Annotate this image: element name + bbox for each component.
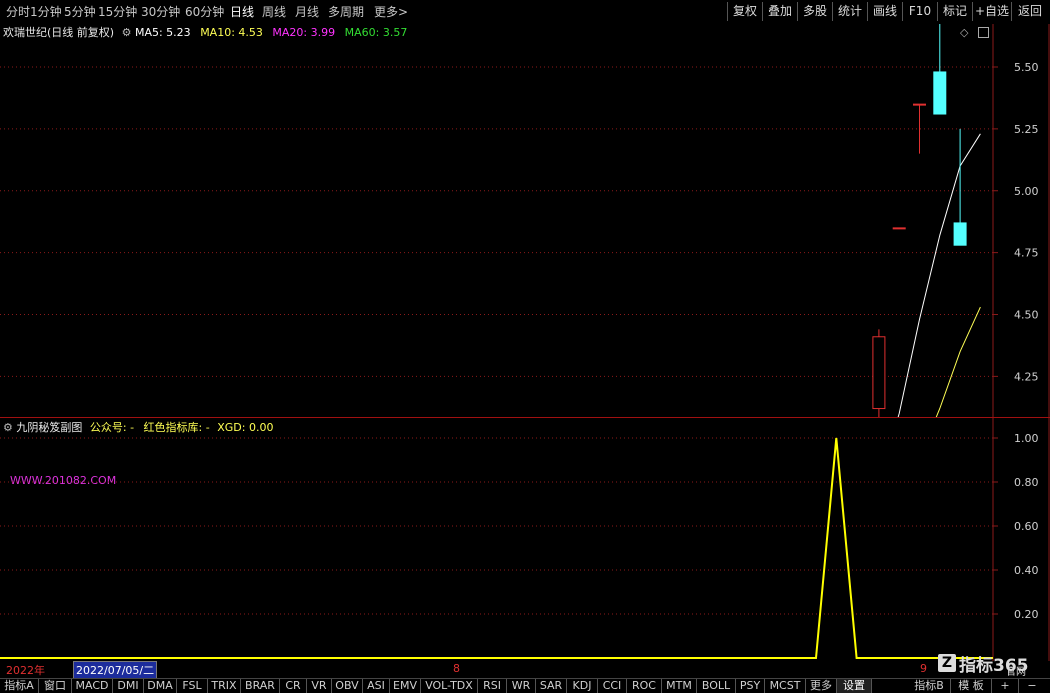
tab-psy[interactable]: PSY: [736, 679, 765, 693]
multi-stock-button[interactable]: 多股: [797, 2, 832, 21]
period-60min[interactable]: 60分钟: [185, 3, 224, 21]
zoom-out-button[interactable]: −: [1019, 679, 1045, 693]
tab-emv[interactable]: EMV: [390, 679, 421, 693]
ma5-line: [897, 133, 981, 417]
period-15min[interactable]: 15分钟: [98, 3, 137, 21]
tab-cr[interactable]: CR: [280, 679, 307, 693]
tab-roc[interactable]: ROC: [627, 679, 662, 693]
candle-down: [953, 222, 967, 246]
f10-button[interactable]: F10: [902, 2, 937, 21]
tab-cci[interactable]: CCI: [598, 679, 627, 693]
period-more[interactable]: 更多>: [374, 3, 408, 21]
add-watchlist-button[interactable]: +自选: [972, 2, 1011, 21]
period-30min[interactable]: 30分钟: [141, 3, 180, 21]
draw-button[interactable]: 画线: [867, 2, 902, 21]
price-tick-label: 5.25: [1014, 123, 1039, 136]
tab-dmi[interactable]: DMI: [113, 679, 144, 693]
candle-up: [892, 227, 906, 230]
kline-chart[interactable]: 3.003.253.503.754.004.254.504.755.005.25…: [0, 24, 1050, 417]
tab-asi[interactable]: ASI: [363, 679, 390, 693]
tab-settings[interactable]: 设置: [837, 679, 872, 693]
tab-template[interactable]: 模 板: [951, 679, 992, 693]
logo-mark-icon: Z: [938, 654, 956, 672]
tab-macd[interactable]: MACD: [72, 679, 113, 693]
tab-mtm[interactable]: MTM: [662, 679, 697, 693]
tab-vr[interactable]: VR: [307, 679, 332, 693]
candle-up: [913, 103, 926, 106]
candle-down: [933, 71, 947, 115]
date-axis: 2022年 2022/07/05/二 8 9: [0, 661, 995, 679]
indicator-tick-label: 0.20: [1014, 608, 1039, 621]
tab-mcst[interactable]: MCST: [765, 679, 806, 693]
tab-wr[interactable]: WR: [507, 679, 536, 693]
period-toolbar: 分时 1分钟 5分钟 15分钟 30分钟 60分钟 日线 周线 月线 多周期 更…: [0, 0, 1050, 24]
period-multi[interactable]: 多周期: [328, 3, 364, 21]
candle-up: [872, 336, 886, 410]
tab-obv[interactable]: OBV: [332, 679, 363, 693]
tab-boll[interactable]: BOLL: [697, 679, 736, 693]
period-weekly[interactable]: 周线: [262, 3, 286, 21]
indicator-chart[interactable]: 0.20 0.40 0.60 0.80 1.00: [0, 418, 1050, 661]
back-button[interactable]: 返回: [1011, 2, 1048, 21]
date-month-9: 9: [920, 662, 927, 675]
date-year: 2022年: [6, 664, 45, 677]
chevron-right-icon: >: [398, 5, 409, 19]
period-1min[interactable]: 1分钟: [30, 3, 62, 21]
tab-kdj[interactable]: KDJ: [567, 679, 598, 693]
tab-window[interactable]: 窗口: [39, 679, 72, 693]
indicator-tick-label: 0.80: [1014, 476, 1039, 489]
mark-button[interactable]: 标记: [937, 2, 972, 21]
period-monthly[interactable]: 月线: [295, 3, 319, 21]
logo-watermark: Z 指标365 官网: [938, 651, 1046, 679]
xgd-line: [0, 437, 993, 659]
ma10-line: [935, 306, 981, 417]
fuquan-button[interactable]: 复权: [727, 2, 762, 21]
price-tick-label: 5.50: [1014, 61, 1039, 74]
indicator-tick-label: 1.00: [1014, 432, 1039, 445]
date-month-8: 8: [453, 662, 460, 675]
logo-subtext: 官网: [1006, 667, 1026, 678]
tab-brar[interactable]: BRAR: [241, 679, 280, 693]
price-tick-label: 4.75: [1014, 247, 1039, 260]
tab-dma[interactable]: DMA: [144, 679, 177, 693]
indicator-tick-label: 0.40: [1014, 564, 1039, 577]
indicator-tabs: 指标A 窗口 MACD DMI DMA FSL TRIX BRAR CR VR …: [0, 678, 1050, 693]
price-tick-label: 4.50: [1014, 309, 1039, 322]
tab-indicator-a[interactable]: 指标A: [0, 679, 39, 693]
overlay-button[interactable]: 叠加: [762, 2, 797, 21]
tab-rsi[interactable]: RSI: [478, 679, 507, 693]
date-cursor: 2022/07/05/二: [73, 661, 158, 679]
indicator-tick-label: 0.60: [1014, 520, 1039, 533]
price-tick-label: 5.00: [1014, 185, 1039, 198]
period-fenshi[interactable]: 分时: [6, 3, 30, 21]
tab-fsl[interactable]: FSL: [177, 679, 208, 693]
period-daily[interactable]: 日线: [230, 3, 254, 21]
price-tick-label: 4.25: [1014, 370, 1039, 383]
zoom-in-button[interactable]: +: [992, 679, 1019, 693]
tab-indicator-b[interactable]: 指标B: [908, 679, 951, 693]
tab-trix[interactable]: TRIX: [208, 679, 241, 693]
stats-button[interactable]: 统计: [832, 2, 867, 21]
period-more-label: 更多: [374, 5, 399, 19]
period-5min[interactable]: 5分钟: [64, 3, 96, 21]
tab-vol-tdx[interactable]: VOL-TDX: [421, 679, 478, 693]
tab-sar[interactable]: SAR: [536, 679, 567, 693]
tab-more[interactable]: 更多: [806, 679, 837, 693]
